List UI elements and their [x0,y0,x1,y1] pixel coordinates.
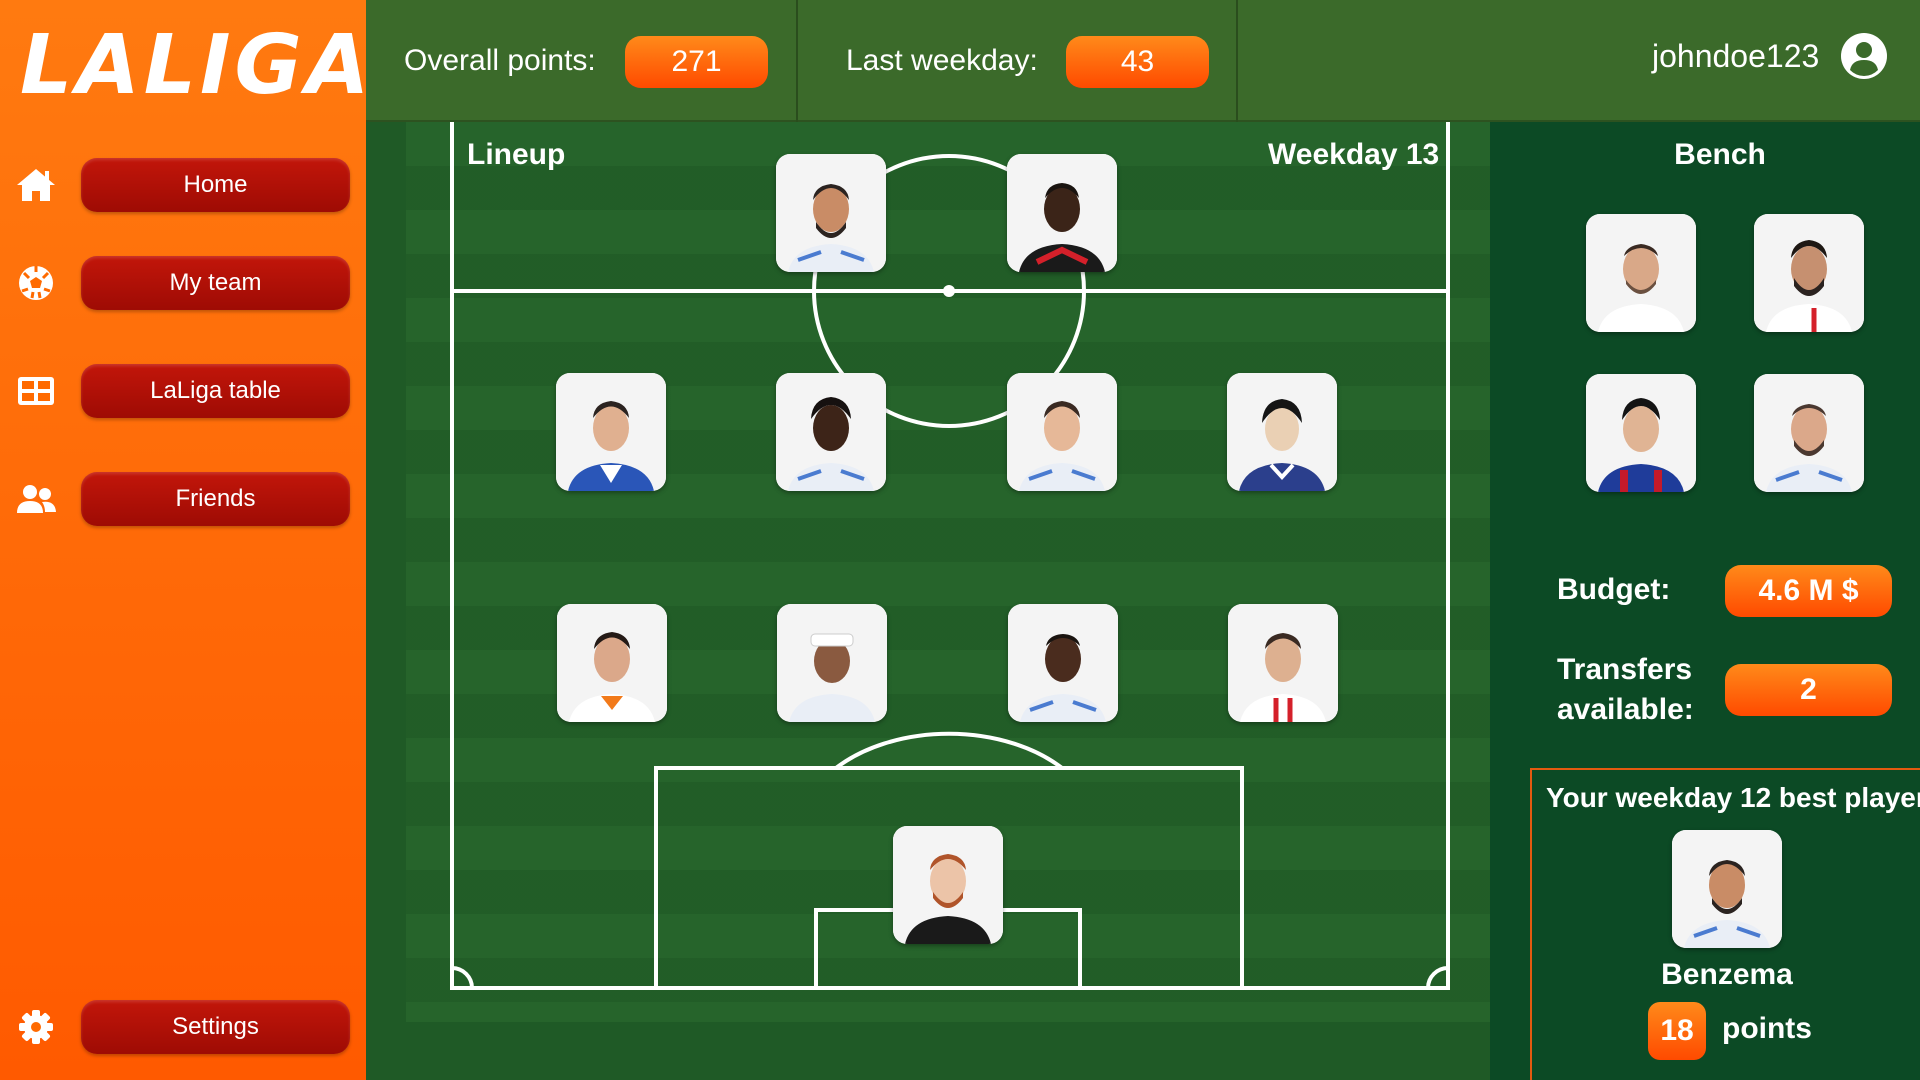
my-team-button[interactable]: My team [81,256,350,310]
bench-player-card[interactable] [1754,374,1864,492]
player-photo [776,373,886,491]
lineup-label: Lineup [467,138,566,171]
sidebar: LALIGAF Home My team LaLiga table Friend… [0,0,429,1080]
user-circle-icon[interactable] [1840,32,1888,80]
player-photo [893,826,1003,944]
lineup-player-card[interactable] [1007,154,1117,272]
player-photo [556,373,666,491]
last-weekday-value: 43 [1066,36,1209,88]
divider [1236,0,1238,122]
lineup-player-card[interactable] [1228,604,1338,722]
best-player-name: Benzema [1661,958,1793,991]
friends-button[interactable]: Friends [81,472,350,526]
best-player-title: Your weekday 12 best player [1546,782,1920,813]
last-weekday-label: Last weekday: [846,44,1038,77]
player-photo [1754,374,1864,492]
lineup-player-card[interactable] [776,154,886,272]
best-player-points-label: points [1722,1012,1812,1045]
best-player-panel: Your weekday 12 best player Benzema 18 p… [1530,768,1920,1080]
best-player-card[interactable] [1672,830,1782,948]
soccer-ball-icon [19,266,53,300]
transfers-value: 2 [1725,664,1892,716]
sidebar-item-settings[interactable]: Settings [0,1000,366,1054]
player-photo [1227,373,1337,491]
gear-icon [19,1010,53,1044]
friends-icon [17,485,56,513]
player-photo [1007,373,1117,491]
home-button[interactable]: Home [81,158,350,212]
lineup-player-card[interactable] [893,826,1003,944]
player-photo [1228,604,1338,722]
sidebar-item-friends[interactable]: Friends [0,472,366,526]
budget-value: 4.6 M $ [1725,565,1892,617]
username[interactable]: johndoe123 [1652,38,1819,75]
lineup-player-card[interactable] [777,604,887,722]
overall-points-stat: Overall points: 271 [366,0,796,122]
laliga-table-button[interactable]: LaLiga table [81,364,350,418]
lineup-player-card[interactable] [557,604,667,722]
transfers-label-line2: available: [1557,693,1694,726]
bench-player-card[interactable] [1586,374,1696,492]
player-photo [1586,214,1696,332]
budget-label: Budget: [1557,573,1671,606]
transfers-label-line1: Transfers [1557,653,1693,686]
player-photo [777,604,887,722]
sidebar-item-my-team[interactable]: My team [0,256,366,310]
home-icon [17,169,55,201]
lineup-player-card[interactable] [556,373,666,491]
lineup-player-card[interactable] [776,373,886,491]
player-photo [1007,154,1117,272]
bench-player-card[interactable] [1586,214,1696,332]
player-photo [1672,830,1782,948]
lineup-player-card[interactable] [1008,604,1118,722]
table-icon [18,377,54,405]
player-photo [1586,374,1696,492]
lineup-player-card[interactable] [1227,373,1337,491]
player-photo [1754,214,1864,332]
lineup-player-card[interactable] [1007,373,1117,491]
last-weekday-stat: Last weekday: 43 [798,0,1236,122]
overall-points-value: 271 [625,36,768,88]
weekday-label: Weekday 13 [1268,138,1440,171]
best-player-points: 18 [1648,1002,1706,1060]
player-photo [776,154,886,272]
bench-title: Bench [1674,138,1766,171]
sidebar-item-laliga-table[interactable]: LaLiga table [0,364,366,418]
bench-player-card[interactable] [1754,214,1864,332]
overall-points-label: Overall points: [404,44,596,77]
sidebar-item-home[interactable]: Home [0,158,366,212]
player-photo [557,604,667,722]
player-photo [1008,604,1118,722]
settings-button[interactable]: Settings [81,1000,350,1054]
